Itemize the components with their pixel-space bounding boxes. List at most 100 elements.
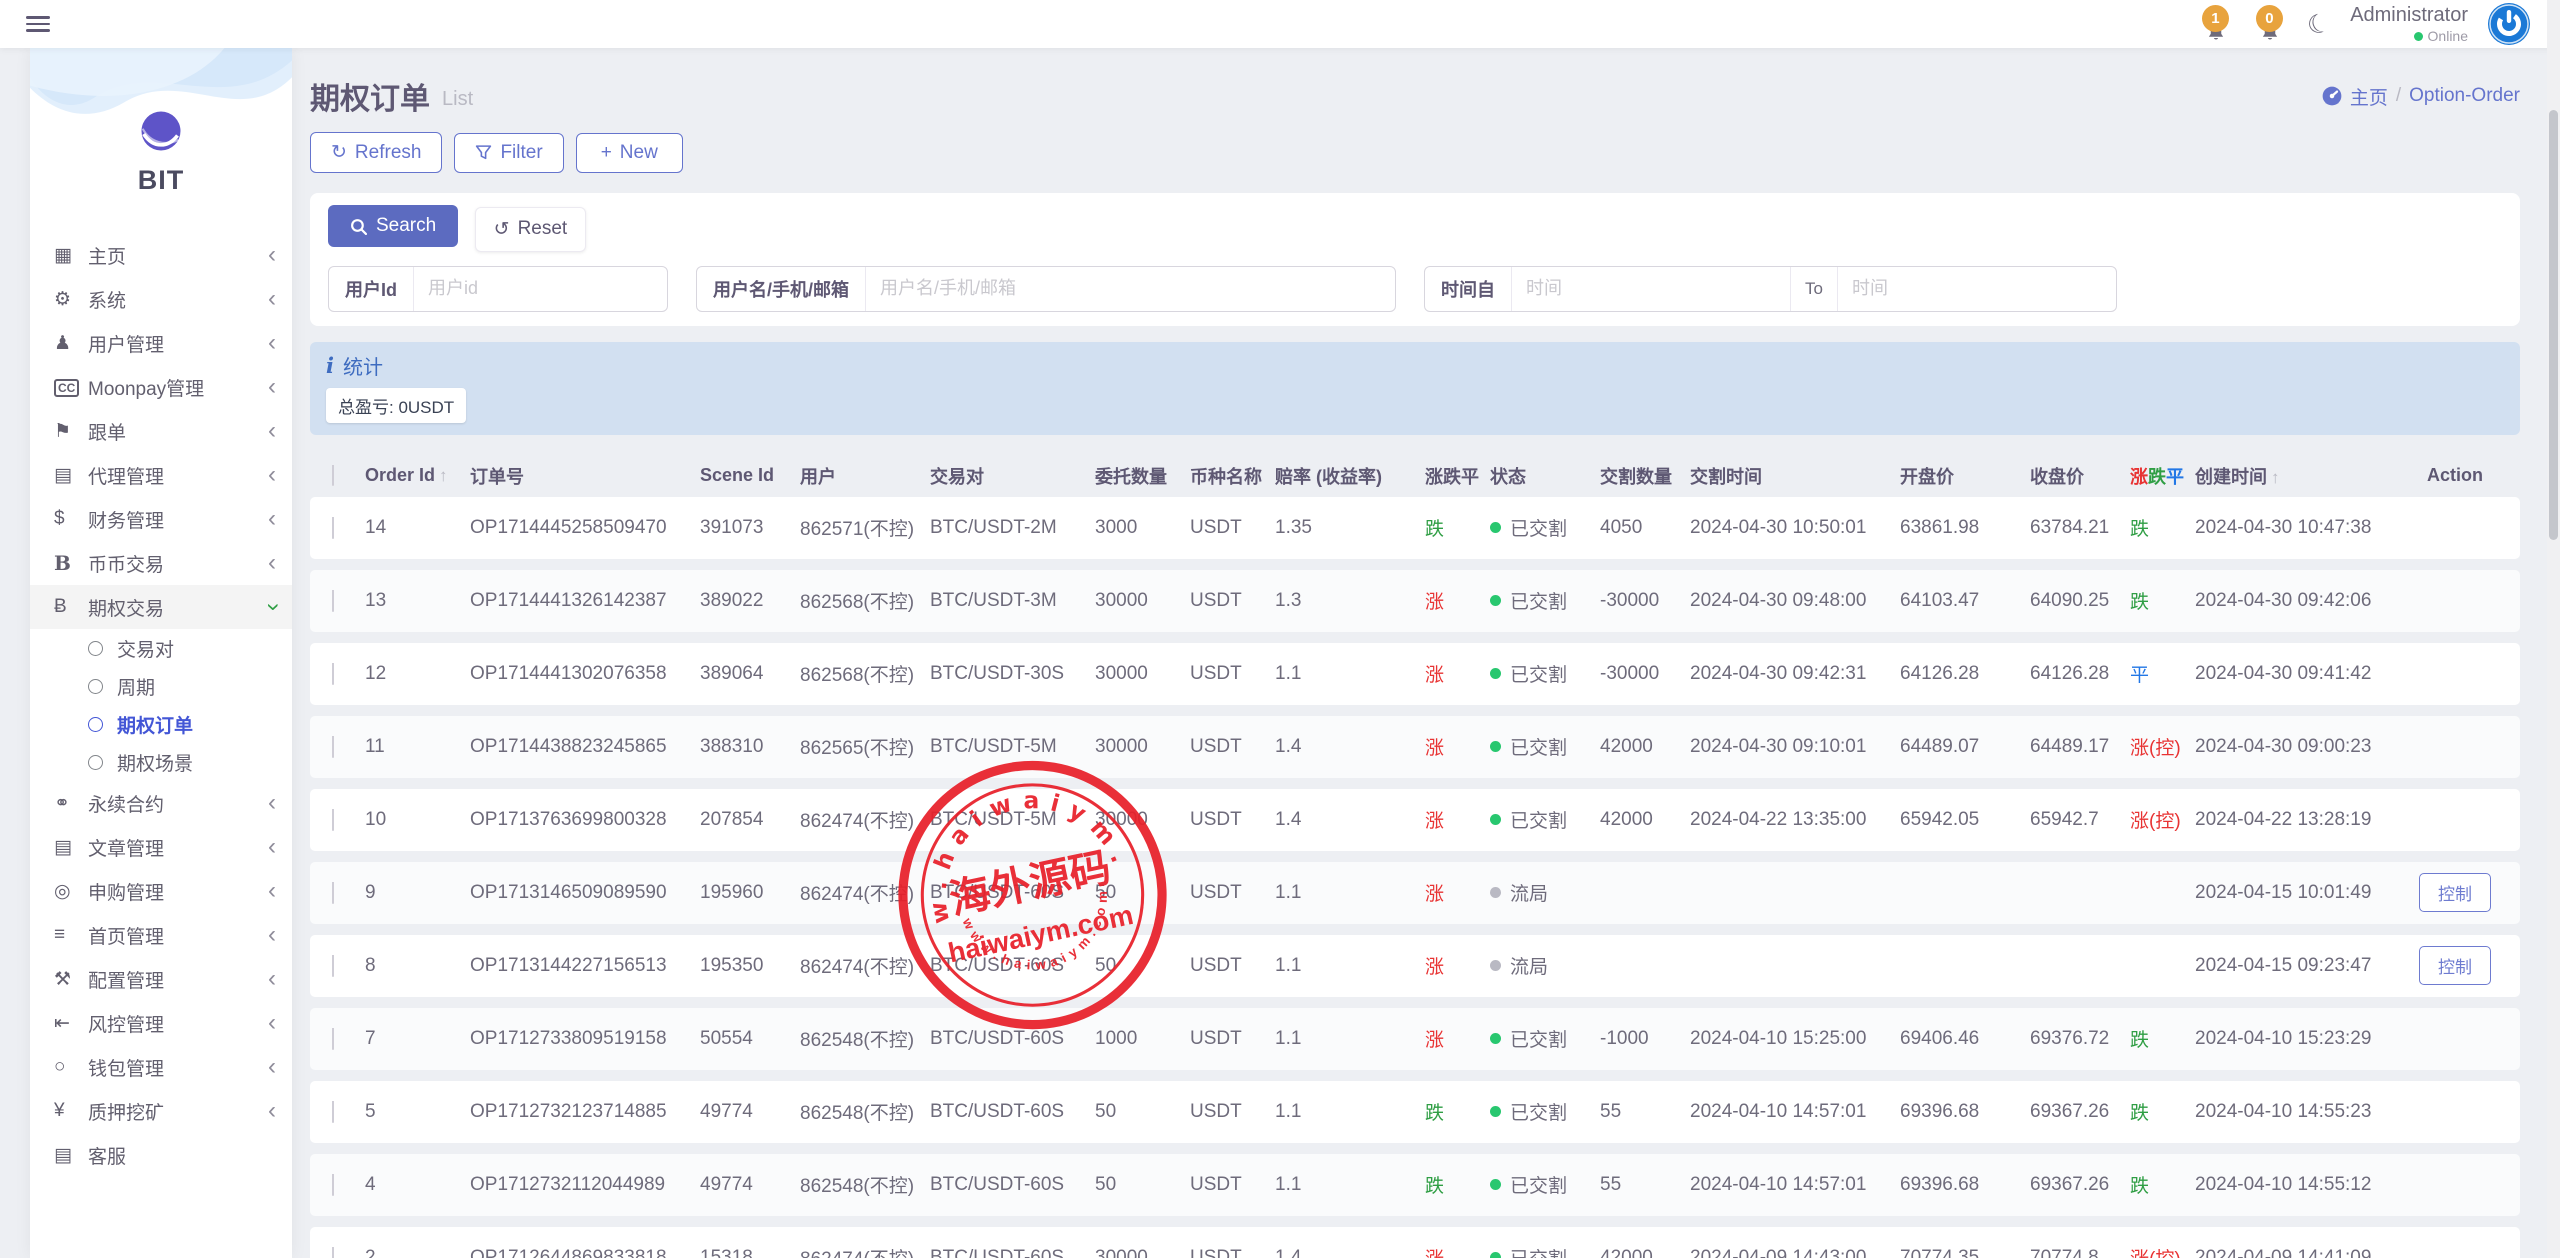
search-button[interactable]: Search [328, 205, 458, 247]
sidebar-item-系统[interactable]: ⚙系统‹ [30, 277, 292, 321]
filter-button[interactable]: Filter [454, 133, 563, 173]
user-id-field-group: 用户Id [328, 266, 668, 312]
search-panel: Search ↺ Reset 用户Id 用户名/手机/邮箱 时间自 To [310, 193, 2520, 326]
status-dot [1490, 887, 1501, 898]
sidebar-item-申购管理[interactable]: ◎申购管理‹ [30, 869, 292, 913]
row-checkbox[interactable] [332, 736, 334, 758]
control-button[interactable]: 控制 [2419, 946, 2491, 985]
sidebar-subitem-期权订单[interactable]: 期权订单 [30, 705, 292, 743]
row-checkbox[interactable] [332, 882, 334, 904]
time-from-input[interactable] [1512, 278, 1790, 299]
cell-created: 2024-04-15 09:23:47 [2195, 955, 2390, 977]
row-checkbox[interactable] [332, 809, 334, 831]
sidebar-item-期权交易[interactable]: Ƀ期权交易‹ [30, 585, 292, 629]
cell-settle-time: 2024-04-30 09:48:00 [1690, 590, 1900, 612]
cell-amount: 30000 [1095, 663, 1190, 685]
user-status: Online [2350, 28, 2468, 46]
sort-ascending-icon[interactable]: ↑ [439, 466, 448, 485]
refresh-icon: ↻ [331, 141, 347, 164]
sidebar-item-钱包管理[interactable]: ○钱包管理‹ [30, 1045, 292, 1089]
sidebar-subitem-交易对[interactable]: 交易对 [30, 629, 292, 667]
column-header-label: Action [2427, 465, 2483, 485]
table-row: 8OP1713144227156513195350862474(不控)BTC/U… [310, 935, 2520, 997]
reset-button[interactable]: ↺ Reset [475, 207, 587, 252]
cell-id: 4 [365, 1174, 470, 1196]
cell-action: 控制 [2390, 946, 2520, 985]
row-checkbox[interactable] [332, 1174, 334, 1196]
sidebar-item-Moonpay管理[interactable]: CCMoonpay管理‹ [30, 365, 292, 409]
cell-open: 64103.47 [1900, 590, 2030, 612]
cell-settle-time: 2024-04-30 10:50:01 [1690, 517, 1900, 539]
cell-user: 862474(不控) [800, 1244, 930, 1258]
sidebar-item-质押挖矿[interactable]: ¥质押挖矿‹ [30, 1089, 292, 1133]
message-bell-icon[interactable]: 0 [2253, 3, 2287, 45]
chevron-left-icon: ‹ [268, 879, 276, 903]
statistics-panel: i 统计 总盈亏: 0USDT [310, 342, 2520, 435]
cell-settle-qty: -30000 [1600, 663, 1690, 685]
cell-coin: USDT [1190, 736, 1275, 758]
sort-ascending-icon[interactable]: ↑ [2271, 468, 2280, 487]
time-to-input[interactable] [1838, 278, 2116, 299]
cell-status: 已交割 [1490, 660, 1600, 687]
sidebar-item-配置管理[interactable]: ⚒配置管理‹ [30, 957, 292, 1001]
sidebar-item-label: 文章管理 [88, 834, 268, 861]
row-checkbox[interactable] [332, 955, 334, 977]
direction-value: 涨 [1425, 665, 1444, 686]
sidebar-item-主页[interactable]: ▦主页‹ [30, 233, 292, 277]
column-header-8: 赔率 (收益率) [1275, 463, 1425, 489]
cell-order-no: OP1713144227156513 [470, 955, 700, 977]
sidebar-item-永续合约[interactable]: ⚭永续合约‹ [30, 781, 292, 825]
control-button[interactable]: 控制 [2419, 873, 2491, 912]
sidebar-subitem-期权场景[interactable]: 期权场景 [30, 743, 292, 781]
refresh-button[interactable]: ↻ Refresh [310, 132, 442, 173]
sidebar-item-币币交易[interactable]: B币币交易‹ [30, 541, 292, 585]
cell-coin: USDT [1190, 882, 1275, 904]
cell-order-no: OP1714438823245865 [470, 736, 700, 758]
breadcrumb-home-link[interactable]: 主页 [2350, 83, 2388, 110]
row-checkbox[interactable] [332, 1247, 334, 1258]
scrollbar-thumb[interactable] [2549, 110, 2558, 540]
cell-order-no: OP1712733809519158 [470, 1028, 700, 1050]
new-button[interactable]: + New [576, 133, 683, 173]
cell-user: 862568(不控) [800, 660, 930, 687]
column-header-7: 币种名称 [1190, 463, 1275, 489]
sidebar-item-label: 永续合约 [88, 790, 268, 817]
cell-amount: 30000 [1095, 736, 1190, 758]
sidebar-item-用户管理[interactable]: ♟用户管理‹ [30, 321, 292, 365]
user-icon: ♟ [54, 332, 88, 355]
cell-odds: 1.1 [1275, 955, 1425, 977]
dark-mode-moon-icon[interactable]: ☾ [2303, 8, 2333, 40]
cell-result: 跌 [2130, 1098, 2195, 1125]
dollar-icon: $ [54, 508, 88, 530]
row-checkbox[interactable] [332, 1028, 334, 1050]
sidebar-item-风控管理[interactable]: ⇤风控管理‹ [30, 1001, 292, 1045]
hamburger-menu-icon[interactable] [26, 12, 50, 36]
sidebar-item-跟单[interactable]: ⚑跟单‹ [30, 409, 292, 453]
sidebar-subitem-周期[interactable]: 周期 [30, 667, 292, 705]
row-checkbox[interactable] [332, 1101, 334, 1123]
search-icon [350, 218, 367, 235]
user-name-input[interactable] [866, 278, 1395, 299]
sidebar-item-label: 代理管理 [88, 462, 268, 489]
sidebar-item-客服[interactable]: ▤客服 [30, 1133, 292, 1177]
sidebar-item-文章管理[interactable]: ▤文章管理‹ [30, 825, 292, 869]
time-to-separator: To [1790, 267, 1838, 311]
row-checkbox[interactable] [332, 517, 334, 539]
sidebar-item-代理管理[interactable]: ▤代理管理‹ [30, 453, 292, 497]
logout-power-avatar[interactable] [2488, 3, 2530, 45]
cell-status: 流局 [1490, 879, 1600, 906]
table-body: 14OP1714445258509470391073862571(不控)BTC/… [310, 497, 2520, 1258]
notification-bell-icon[interactable]: 1 [2199, 3, 2233, 45]
cell-settle-time: 2024-04-30 09:42:31 [1690, 663, 1900, 685]
cell-open: 64126.28 [1900, 663, 2030, 685]
sidebar-item-财务管理[interactable]: $财务管理‹ [30, 497, 292, 541]
select-all-checkbox[interactable] [332, 465, 334, 486]
user-id-input[interactable] [414, 278, 667, 299]
row-checkbox[interactable] [332, 590, 334, 612]
row-checkbox[interactable] [332, 663, 334, 685]
sidebar-item-首页管理[interactable]: ≡首页管理‹ [30, 913, 292, 957]
flag-icon: ⚑ [54, 420, 88, 443]
column-header-2: 订单号 [470, 463, 700, 489]
table-row: 11OP1714438823245865388310862565(不控)BTC/… [310, 716, 2520, 778]
table-row: 5OP171273212371488549774862548(不控)BTC/US… [310, 1081, 2520, 1143]
